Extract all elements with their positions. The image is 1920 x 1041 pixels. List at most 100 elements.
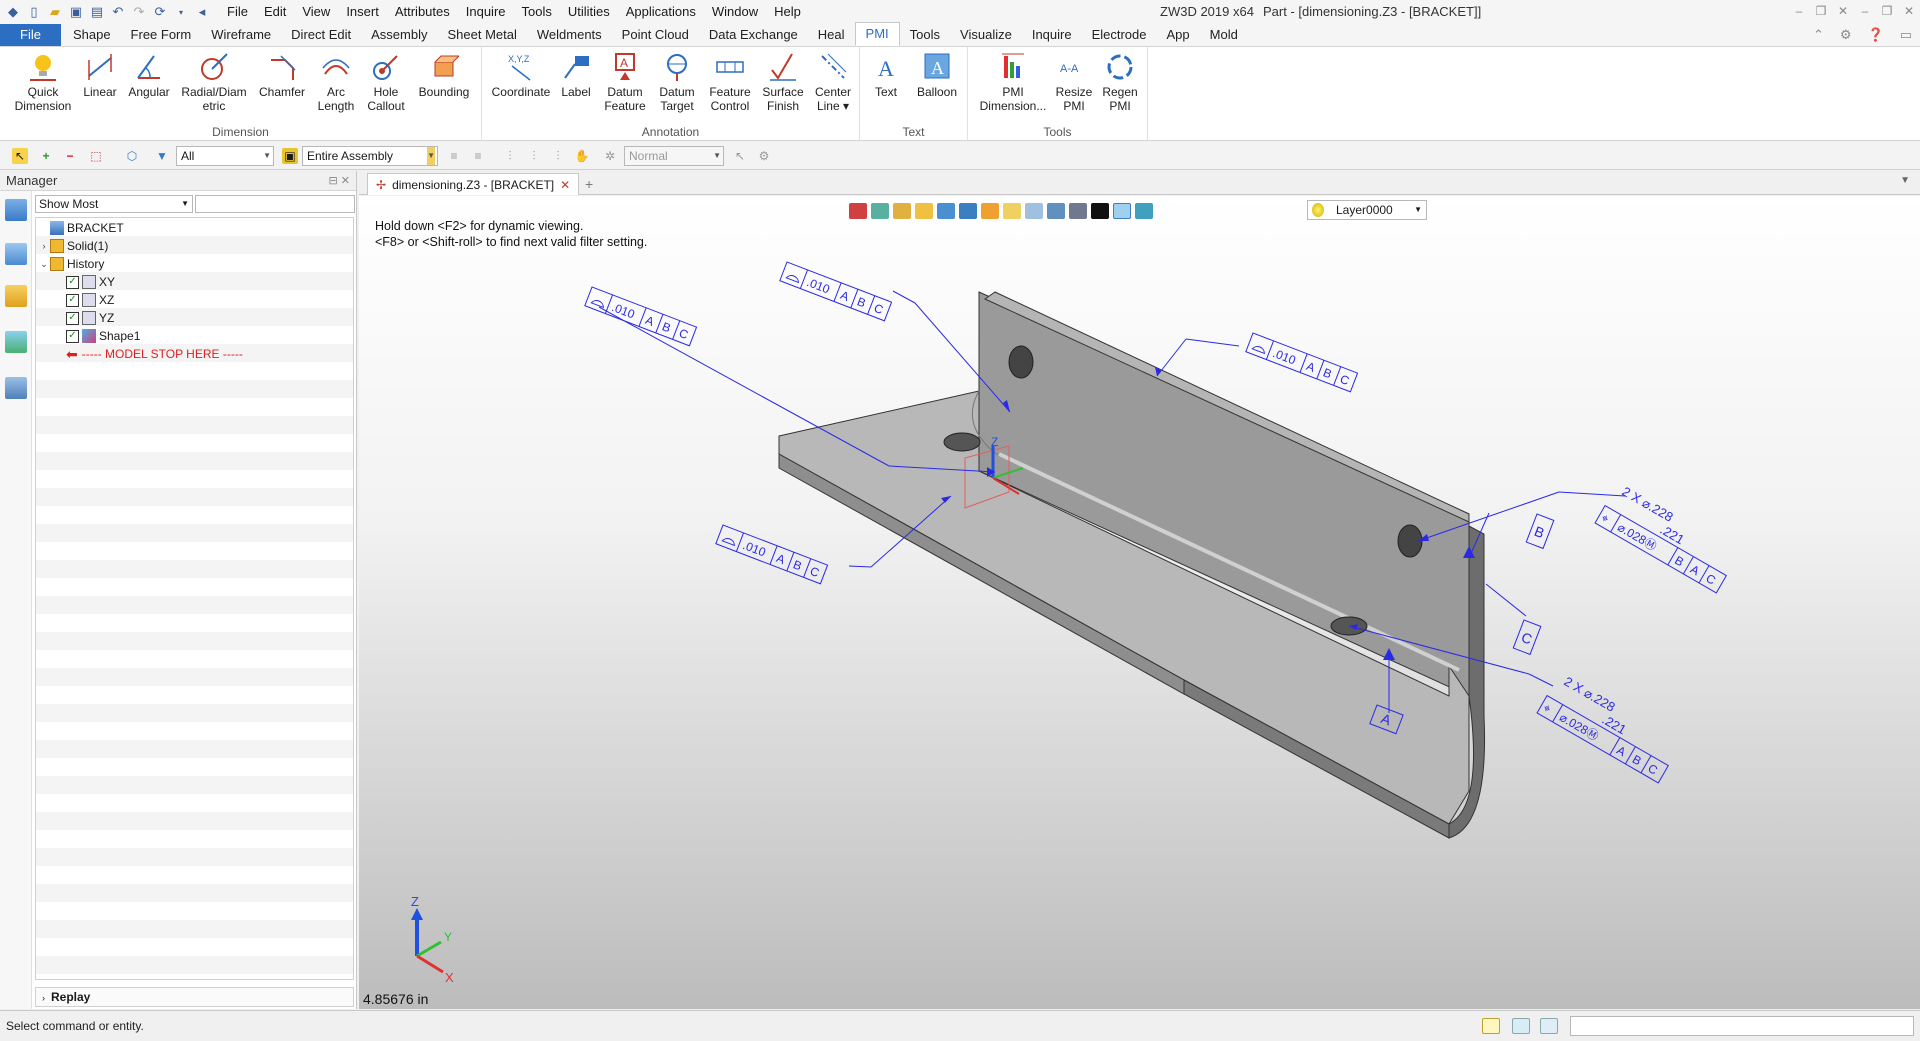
- center-line-button[interactable]: Center Line ▾: [810, 51, 856, 113]
- snap-icon[interactable]: ↖: [732, 148, 748, 164]
- tab-file[interactable]: File: [0, 24, 61, 46]
- menu-attributes[interactable]: Attributes: [387, 0, 458, 24]
- app-logo-icon[interactable]: ◆: [4, 3, 22, 21]
- pick-filter-select[interactable]: All ▼: [176, 146, 274, 166]
- tab-inquire[interactable]: Inquire: [1022, 24, 1082, 46]
- visibility-checkbox[interactable]: ✓: [66, 329, 79, 343]
- close-icon[interactable]: ✕: [1832, 0, 1854, 22]
- settings-gear-icon[interactable]: ⚙: [1840, 24, 1852, 46]
- menu-inquire[interactable]: Inquire: [458, 0, 514, 24]
- menu-window[interactable]: Window: [704, 0, 766, 24]
- tree-root[interactable]: BRACKET: [38, 219, 124, 237]
- model-stop-marker[interactable]: ⬅ ----- MODEL STOP HERE -----: [66, 345, 243, 363]
- print-icon[interactable]: ▤: [88, 3, 106, 21]
- minimize-icon[interactable]: –: [1788, 0, 1810, 22]
- linear-button[interactable]: Linear: [78, 51, 122, 99]
- redo-icon[interactable]: ↷: [130, 3, 148, 21]
- user-manager-icon[interactable]: [5, 377, 27, 399]
- tab-free-form[interactable]: Free Form: [121, 24, 202, 46]
- tree-item-xy[interactable]: ✓ XY: [66, 273, 115, 291]
- feature-control-frame-2[interactable]: .010 A B C: [779, 261, 893, 322]
- hole-lower-left[interactable]: [943, 432, 981, 452]
- doc-close-icon[interactable]: ✕: [1898, 0, 1920, 22]
- menu-file[interactable]: File: [219, 0, 256, 24]
- assembly-scope-select[interactable]: Entire Assembly ▼: [302, 146, 438, 166]
- text-button[interactable]: A Text: [868, 51, 904, 99]
- align-center-icon[interactable]: ≡: [470, 148, 486, 164]
- tab-heal[interactable]: Heal: [808, 24, 855, 46]
- history-manager-icon[interactable]: [5, 199, 27, 221]
- datum-feature-button[interactable]: A Datum Feature: [600, 51, 650, 113]
- new-file-icon[interactable]: ▯: [25, 3, 43, 21]
- feature-control-button[interactable]: Feature Control: [704, 51, 756, 113]
- label-button[interactable]: Label: [556, 51, 596, 99]
- screen-icon[interactable]: [1512, 1018, 1530, 1034]
- help-icon[interactable]: ❓: [1868, 24, 1884, 46]
- tree-item-xz[interactable]: ✓ XZ: [66, 291, 114, 309]
- tree-item-yz[interactable]: ✓ YZ: [66, 309, 114, 327]
- surface-finish-button[interactable]: Surface Finish: [758, 51, 808, 113]
- angular-button[interactable]: Angular: [126, 51, 172, 99]
- tree-item-shape1[interactable]: ✓ Shape1: [66, 327, 140, 345]
- manager-pin-close[interactable]: ⊟ ✕: [329, 171, 351, 191]
- feature-control-frame-4[interactable]: .010 A B C: [715, 524, 829, 585]
- restore-icon[interactable]: ❐: [1810, 0, 1832, 22]
- message-icon[interactable]: [1482, 1018, 1500, 1034]
- feature-control-frame-1[interactable]: .010 A B C: [584, 286, 698, 347]
- open-folder-icon[interactable]: ▰: [46, 3, 64, 21]
- menu-insert[interactable]: Insert: [338, 0, 387, 24]
- menu-help[interactable]: Help: [766, 0, 809, 24]
- visibility-checkbox[interactable]: ✓: [66, 275, 79, 289]
- graphics-viewport[interactable]: Hold down <F2> for dynamic viewing. <F8>…: [359, 196, 1920, 1009]
- datum-symbol-c[interactable]: C: [1512, 619, 1542, 656]
- quick-dimension-button[interactable]: Quick Dimension: [12, 51, 74, 113]
- menu-applications[interactable]: Applications: [618, 0, 704, 24]
- regen-icon[interactable]: ⟳: [151, 3, 169, 21]
- radial-diametric-button[interactable]: Radial/Diam etric: [178, 51, 250, 113]
- add-pick-icon[interactable]: +: [38, 148, 54, 164]
- polygon-pick-icon[interactable]: ⬡: [124, 148, 140, 164]
- tab-shape[interactable]: Shape: [63, 24, 121, 46]
- tab-app[interactable]: App: [1157, 24, 1200, 46]
- visibility-checkbox[interactable]: ✓: [66, 293, 79, 307]
- datum-target-button[interactable]: Datum Target: [652, 51, 702, 113]
- chamfer-button[interactable]: Chamfer: [254, 51, 310, 99]
- coordinate-button[interactable]: X,Y,Z Coordinate: [490, 51, 552, 99]
- remove-pick-icon[interactable]: −: [62, 148, 78, 164]
- tab-tools[interactable]: Tools: [900, 24, 950, 46]
- show-filter-select[interactable]: Show Most ▼: [35, 195, 193, 213]
- menu-tools[interactable]: Tools: [514, 0, 560, 24]
- hole-callout-button[interactable]: Hole Callout: [362, 51, 410, 113]
- tab-wireframe[interactable]: Wireframe: [201, 24, 281, 46]
- close-tab-icon[interactable]: ✕: [560, 175, 570, 195]
- tab-assembly[interactable]: Assembly: [361, 24, 437, 46]
- save-icon[interactable]: ▣: [67, 3, 85, 21]
- arc-length-button[interactable]: Arc Length: [314, 51, 358, 113]
- document-tab[interactable]: ✢ dimensioning.Z3 - [BRACKET] ✕: [367, 173, 580, 195]
- back-icon[interactable]: ◂: [193, 3, 211, 21]
- datum-symbol-b[interactable]: B: [1525, 513, 1555, 550]
- bounding-button[interactable]: Bounding: [414, 51, 474, 99]
- menu-utilities[interactable]: Utilities: [560, 0, 618, 24]
- assembly-manager-icon[interactable]: [5, 243, 27, 265]
- pick-arrow-icon[interactable]: ↖: [12, 148, 28, 164]
- undo-icon[interactable]: ↶: [109, 3, 127, 21]
- filter-icon[interactable]: ▼: [154, 148, 170, 164]
- visibility-checkbox[interactable]: ✓: [66, 311, 79, 325]
- tab-visualize[interactable]: Visualize: [950, 24, 1022, 46]
- tab-point-cloud[interactable]: Point Cloud: [612, 24, 699, 46]
- replay-panel[interactable]: › Replay: [35, 987, 354, 1007]
- hole-callout-2[interactable]: 2 X ⌀.228 .221 ⌖ ⌀.028Ⓜ A B C: [1536, 670, 1683, 784]
- menu-edit[interactable]: Edit: [256, 0, 294, 24]
- collapse-ribbon-icon[interactable]: ⌃: [1813, 24, 1824, 46]
- hole-callout-1[interactable]: 2 X ⌀.228 .221 ⌖ ⌀.028Ⓜ B A C: [1594, 480, 1741, 594]
- manager-search-input[interactable]: [195, 195, 355, 213]
- tab-mold[interactable]: Mold: [1200, 24, 1248, 46]
- tab-direct-edit[interactable]: Direct Edit: [281, 24, 361, 46]
- regen-pmi-button[interactable]: Regen PMI: [1098, 51, 1142, 113]
- align-left-icon[interactable]: ≡: [446, 148, 462, 164]
- expand-arrow-icon[interactable]: ›: [38, 237, 50, 255]
- options-gear-icon[interactable]: ⚙: [756, 148, 772, 164]
- pmi-dimension-button[interactable]: PMI Dimension...: [978, 51, 1048, 113]
- tree-history[interactable]: ⌄ History: [38, 255, 104, 273]
